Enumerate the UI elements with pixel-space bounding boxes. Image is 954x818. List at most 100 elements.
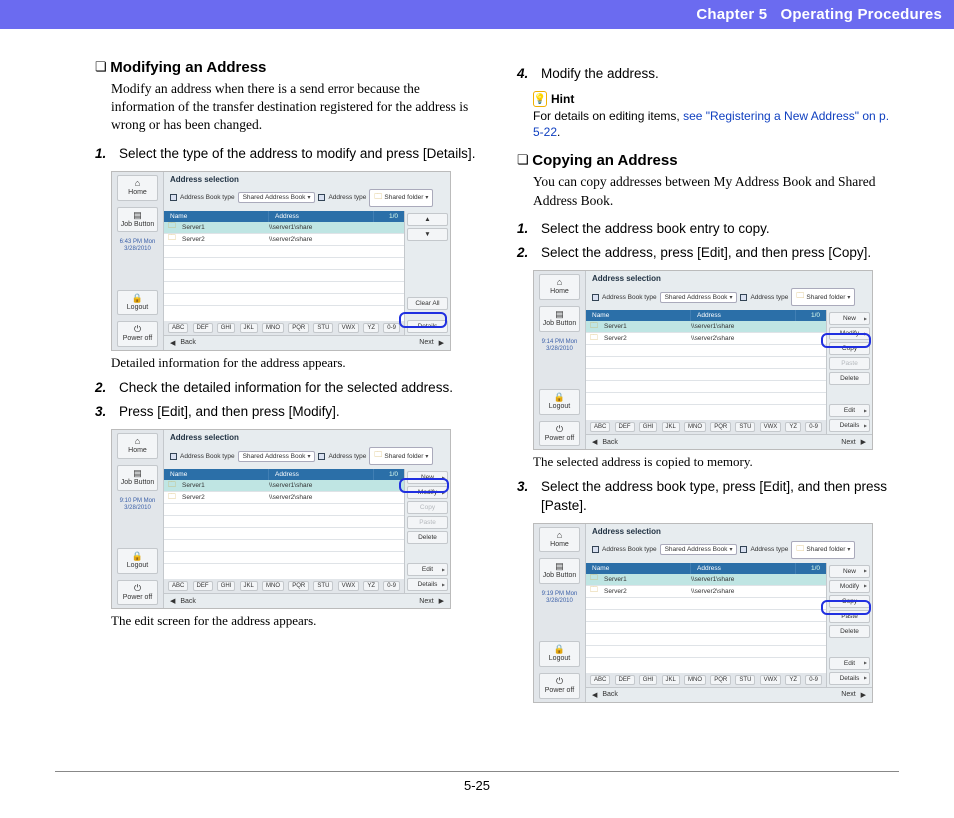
at-checkbox[interactable] xyxy=(318,194,325,201)
copy-button[interactable]: Copy xyxy=(407,501,448,514)
power-icon: ⏻ xyxy=(134,325,141,334)
table-row[interactable]: 🗀Server2\\server2\share xyxy=(586,586,826,598)
step-3: 3. Press [Edit], and then press [Modify]… xyxy=(95,403,477,421)
section-copying-body: You can copy addresses between My Addres… xyxy=(533,173,899,209)
step-2: 2. Check the detailed information for th… xyxy=(95,379,477,397)
right-column: 4. Modify the address. 💡 Hint For detail… xyxy=(517,59,899,707)
back-button[interactable]: ◀ Back xyxy=(170,339,196,347)
shot-filter: Address Book type Shared Address Book Ad… xyxy=(164,187,450,211)
details-button[interactable]: Details▸ xyxy=(407,578,448,591)
next-button[interactable]: Next ▶ xyxy=(841,438,866,446)
step-text: Modify the address. xyxy=(541,65,899,83)
new-button[interactable]: New▸ xyxy=(407,471,448,484)
poweroff-button[interactable]: ⏻Power off xyxy=(539,421,580,447)
at-label: Address type xyxy=(328,194,366,201)
table-row[interactable]: 🗀Server1\\server1\share xyxy=(586,321,826,333)
table-row[interactable]: 🗀Server2\\server2\share xyxy=(164,492,404,504)
step-text: Check the detailed information for the s… xyxy=(119,379,477,397)
home-icon: ⌂ xyxy=(135,179,140,188)
page-footer: 5-25 xyxy=(0,771,954,793)
screenshot-details: ⌂Home ▤Job Button 6:43 PM Mon 3/28/2010 … xyxy=(111,171,451,351)
copy-step-3: 3. Select the address book type, press [… xyxy=(517,478,899,514)
delete-button[interactable]: Delete xyxy=(829,372,870,385)
footer-rule xyxy=(55,771,899,772)
new-button[interactable]: New▸ xyxy=(829,312,870,325)
shot-sidebar: ⌂Home ▤Job Button 6:43 PM Mon 3/28/2010 … xyxy=(112,172,164,350)
step-1: 1. Select the type of the address to mod… xyxy=(95,145,477,163)
paste-button[interactable]: Paste xyxy=(829,610,870,623)
copy-step-2: 2. Select the address, press [Edit], and… xyxy=(517,244,899,262)
home-button[interactable]: ⌂Home xyxy=(539,527,580,553)
table-row[interactable]: 🗀Server1\\server1\share xyxy=(164,222,404,234)
edit-button[interactable]: Edit▸ xyxy=(407,563,448,576)
job-button[interactable]: ▤Job Button xyxy=(539,306,580,332)
caption-3: The edit screen for the address appears. xyxy=(111,613,477,629)
poweroff-button[interactable]: ⏻Power off xyxy=(539,673,580,699)
folder-icon: 🗀 xyxy=(164,232,180,246)
section-modifying-body: Modify an address when there is a send e… xyxy=(111,80,477,135)
step-number: 2. xyxy=(95,379,113,397)
copy-button[interactable]: Copy xyxy=(829,595,870,608)
job-button[interactable]: ▤Job Button xyxy=(117,207,158,233)
back-button[interactable]: ◀ Back xyxy=(592,691,618,699)
shot-nav: ◀ Back Next ▶ xyxy=(164,335,450,350)
next-button[interactable]: Next ▶ xyxy=(841,691,866,699)
next-button[interactable]: Next ▶ xyxy=(419,597,444,605)
table-row[interactable]: 🗀Server2\\server2\share xyxy=(164,234,404,246)
logout-button[interactable]: 🔒Logout xyxy=(539,389,580,415)
abt-label: Address Book type xyxy=(180,194,235,201)
hint-icon: 💡 xyxy=(533,91,547,107)
scroll-up-button[interactable]: ▲ xyxy=(407,213,448,226)
job-icon: ▤ xyxy=(133,211,142,220)
alpha-tabs[interactable]: ABCDEFGHIJKLMNOPQRSTUVWXYZ0-9 xyxy=(164,321,404,335)
section-copying-title: Copying an Address xyxy=(517,152,899,169)
scroll-down-button[interactable]: ▼ xyxy=(407,228,448,241)
table-row[interactable]: 🗀Server2\\server2\share xyxy=(586,333,826,345)
sidebar-time: 9:14 PM Mon 3/28/2010 xyxy=(536,339,583,353)
job-button[interactable]: ▤Job Button xyxy=(539,558,580,584)
table-row[interactable]: 🗀Server1\\server1\share xyxy=(164,480,404,492)
step-4: 4. Modify the address. xyxy=(517,65,899,83)
delete-button[interactable]: Delete xyxy=(829,625,870,638)
table-body: 🗀Server1\\server1\share 🗀Server2\\server… xyxy=(164,222,404,321)
details-button[interactable]: Details xyxy=(407,320,448,333)
home-button[interactable]: ⌂Home xyxy=(539,274,580,300)
edit-button[interactable]: Edit▸ xyxy=(829,657,870,670)
col-address: Address xyxy=(269,211,374,222)
job-button[interactable]: ▤Job Button xyxy=(117,465,158,491)
modify-button[interactable]: Modify▸ xyxy=(829,327,870,340)
logout-button[interactable]: 🔒Logout xyxy=(117,548,158,574)
logout-button[interactable]: 🔒Logout xyxy=(117,290,158,316)
sidebar-time: 9:19 PM Mon 3/28/2010 xyxy=(536,591,583,605)
copy-button[interactable]: Copy xyxy=(829,342,870,355)
next-button[interactable]: Next ▶ xyxy=(419,339,444,347)
details-button[interactable]: Details▸ xyxy=(829,419,870,432)
at-select[interactable]: 🗀Shared folder xyxy=(369,189,433,207)
poweroff-button[interactable]: ⏻Power off xyxy=(117,580,158,606)
edit-button[interactable]: Edit▸ xyxy=(829,404,870,417)
delete-button[interactable]: Delete xyxy=(407,531,448,544)
paste-button[interactable]: Paste xyxy=(407,516,448,529)
new-button[interactable]: New▸ xyxy=(829,565,870,578)
screenshot-modify: ⌂Home ▤Job Button 9:10 PM Mon 3/28/2010 … xyxy=(111,429,451,609)
hint-block: 💡 Hint For details on editing items, see… xyxy=(533,91,899,140)
paste-button[interactable]: Paste xyxy=(829,357,870,370)
page-indicator: 1/0 xyxy=(374,211,404,222)
back-button[interactable]: ◀ Back xyxy=(170,597,196,605)
home-button[interactable]: ⌂Home xyxy=(117,175,158,201)
caption-1: Detailed information for the address app… xyxy=(111,355,477,371)
copy-caption: The selected address is copied to memory… xyxy=(533,454,899,470)
abt-select[interactable]: Shared Address Book xyxy=(238,192,316,203)
details-button[interactable]: Details▸ xyxy=(829,672,870,685)
logout-button[interactable]: 🔒Logout xyxy=(539,641,580,667)
modify-button[interactable]: Modify▸ xyxy=(407,486,448,499)
modify-button[interactable]: Modify▸ xyxy=(829,580,870,593)
clearall-button[interactable]: Clear All xyxy=(407,297,448,310)
table-row[interactable]: 🗀Server1\\server1\share xyxy=(586,574,826,586)
abt-checkbox[interactable] xyxy=(170,194,177,201)
copy-step-1: 1. Select the address book entry to copy… xyxy=(517,220,899,238)
home-button[interactable]: ⌂Home xyxy=(117,433,158,459)
page-number: 5-25 xyxy=(464,778,490,793)
back-button[interactable]: ◀ Back xyxy=(592,438,618,446)
poweroff-button[interactable]: ⏻Power off xyxy=(117,321,158,347)
